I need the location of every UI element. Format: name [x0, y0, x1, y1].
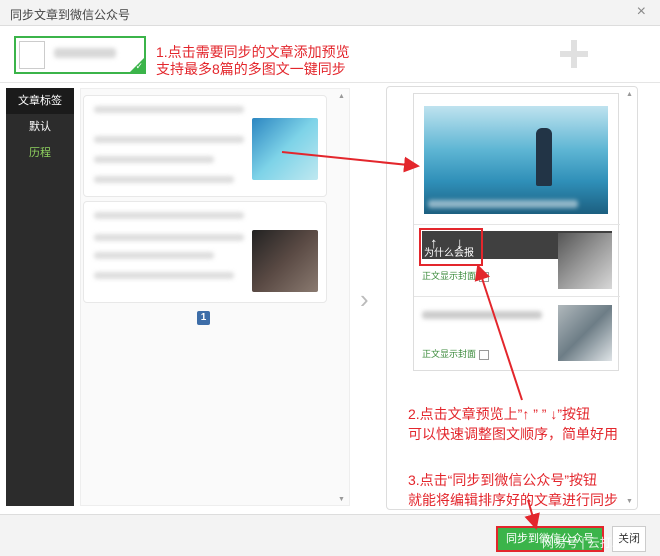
title-bar: 同步文章到微信公众号 ×	[0, 0, 660, 26]
preview-item-thumbnail	[558, 305, 612, 361]
show-cover-option: 正文显示封面	[422, 347, 490, 360]
sidebar-item-default[interactable]: 默认	[6, 114, 74, 140]
cover-figure	[536, 128, 552, 186]
highlight-box	[419, 228, 483, 266]
annotation-step3-line1: 3.点击“同步到微信公众号”按钮	[408, 472, 597, 488]
article-card[interactable]	[83, 95, 327, 197]
add-article-plus-icon[interactable]	[556, 36, 592, 72]
watermark: 网易号 | 云打印	[542, 536, 624, 550]
window-title: 同步文章到微信公众号	[10, 8, 131, 22]
article-list-panel: ▲ ▼ 1	[80, 88, 350, 506]
article-thumbnail	[19, 41, 45, 69]
show-cover-label: 正文显示封面	[422, 271, 477, 281]
check-mark-icon: ✓	[135, 61, 143, 71]
scroll-down-icon[interactable]: ▼	[338, 496, 345, 503]
annotation-step3-line2: 就能将编辑排序好的文章进行同步	[408, 492, 618, 508]
close-icon[interactable]: ×	[637, 3, 646, 21]
page-number[interactable]: 1	[197, 311, 210, 325]
annotation-step2-line1: 2.点击文章预览上”↑ ” ” ↓”按钮	[408, 406, 590, 422]
annotation-step1: 1.点击需要同步的文章添加预览 支持最多8篇的多图文一键同步	[156, 44, 386, 78]
preview-item-thumbnail	[558, 233, 612, 289]
preview-item[interactable]: 正文显示封面	[414, 296, 620, 372]
annotation-step2: 2.点击文章预览上”↑ ” ” ↓”按钮 可以快速调整图文顺序，简单好用	[408, 404, 648, 444]
sidebar-item-article-tags[interactable]: 文章标签	[6, 88, 74, 114]
preview-panel: ↑ ↓ 为什么会报 🗑 正文显示封面 正文显示封面 ▲ ▼	[386, 86, 638, 510]
article-card[interactable]	[83, 201, 327, 303]
show-cover-checkbox[interactable]	[479, 349, 490, 360]
cover-title-blurred	[428, 200, 578, 208]
article-title-blurred	[54, 48, 116, 58]
show-cover-label: 正文显示封面	[422, 349, 477, 359]
scrollbar[interactable]: ▲ ▼	[337, 93, 347, 503]
preview-item-title-blurred	[422, 311, 542, 319]
annotation-step1-line2: 支持最多8篇的多图文一键同步	[156, 61, 346, 77]
show-cover-option: 正文显示封面	[422, 269, 490, 282]
chevron-right-icon: ›	[360, 284, 369, 314]
scroll-up-icon[interactable]: ▲	[338, 93, 345, 100]
selected-article-slot[interactable]: ✓	[14, 36, 146, 74]
scroll-up-icon[interactable]: ▲	[626, 91, 633, 98]
cover-image[interactable]	[424, 106, 608, 214]
article-thumbnail	[252, 118, 318, 180]
sidebar: 文章标签 默认 历程	[6, 88, 74, 506]
article-thumbnail	[252, 230, 318, 292]
sidebar-item-history[interactable]: 历程	[6, 140, 74, 166]
annotation-step2-line2: 可以快速调整图文顺序，简单好用	[408, 426, 618, 442]
annotation-step1-line1: 1.点击需要同步的文章添加预览	[156, 44, 350, 60]
divider	[0, 82, 660, 83]
annotation-step3: 3.点击“同步到微信公众号”按钮 就能将编辑排序好的文章进行同步	[408, 470, 648, 510]
show-cover-checkbox[interactable]	[479, 271, 490, 282]
